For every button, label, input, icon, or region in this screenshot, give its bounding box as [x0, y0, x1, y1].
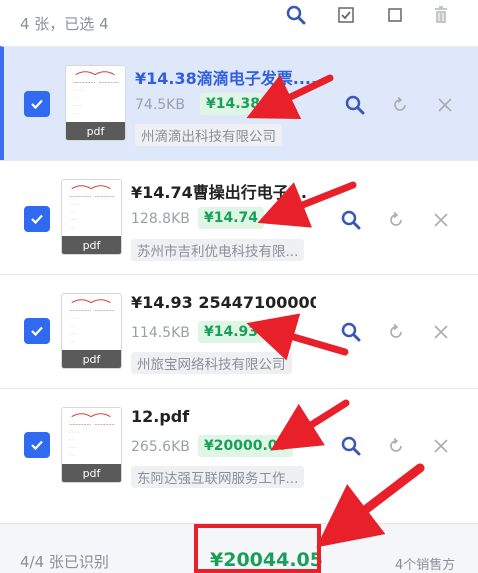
amount-badge: ¥14.93	[198, 321, 265, 343]
search-icon[interactable]	[344, 94, 366, 116]
annotation-box	[194, 524, 321, 573]
header-toolbar: 4 张，已选 4	[0, 0, 478, 46]
row-checkbox[interactable]	[24, 91, 50, 117]
search-icon[interactable]	[340, 209, 362, 231]
invoice-title[interactable]: ¥14.38滴滴电子发票....	[135, 65, 320, 89]
search-icon[interactable]	[340, 435, 362, 457]
close-icon[interactable]	[430, 435, 452, 457]
search-icon[interactable]	[285, 4, 307, 26]
pdf-thumbnail[interactable]: pdf	[61, 293, 122, 369]
invoice-row[interactable]: pdf ¥14.93 25447100000... 114.5KB ¥14.93…	[0, 274, 478, 388]
invoice-row[interactable]: pdf ¥14.38滴滴电子发票.... 74.5KB ¥14.38 州滴滴出科…	[0, 46, 478, 160]
amount-badge: ¥14.74	[198, 207, 265, 229]
file-size: 265.6KB	[131, 439, 190, 455]
invoice-row[interactable]: pdf 12.pdf 265.6KB ¥20000.00 东阿达强互联网服务工作…	[0, 388, 478, 502]
row-checkbox[interactable]	[24, 318, 50, 344]
close-icon[interactable]	[430, 321, 452, 343]
invoice-list: pdf ¥14.38滴滴电子发票.... 74.5KB ¥14.38 州滴滴出科…	[0, 46, 478, 501]
close-icon[interactable]	[434, 94, 456, 116]
pdf-thumbnail[interactable]: pdf	[61, 407, 122, 483]
amount-badge: ¥20000.00	[198, 435, 294, 457]
file-size: 128.8KB	[131, 211, 190, 227]
file-size: 114.5KB	[131, 325, 190, 341]
seller-tag: 州旅宝网络科技有限公司	[131, 352, 292, 374]
seller-tag: 苏州市吉利优电科技有限...	[131, 239, 305, 261]
refresh-icon[interactable]	[385, 321, 407, 343]
pdf-thumbnail[interactable]: pdf	[61, 179, 122, 255]
seller-count: 4个销售方	[395, 558, 456, 573]
refresh-icon[interactable]	[385, 435, 407, 457]
seller-tag: 东阿达强互联网服务工作...	[131, 466, 305, 488]
invoice-title[interactable]: ¥14.93 25447100000...	[131, 293, 316, 312]
thumbnail-label: pdf	[62, 464, 121, 482]
amount-badge: ¥14.38	[200, 93, 267, 115]
recognition-status: 4/4 张已识别	[20, 553, 109, 571]
selection-count: 4 张，已选 4	[20, 14, 109, 33]
invoice-row[interactable]: pdf ¥14.74曹操出行电子... 128.8KB ¥14.74 苏州市吉利…	[0, 160, 478, 274]
invoice-title[interactable]: ¥14.74曹操出行电子...	[131, 179, 316, 203]
uncheck-all-icon[interactable]	[384, 4, 406, 26]
check-all-icon[interactable]	[335, 4, 357, 26]
pdf-thumbnail[interactable]: pdf	[65, 65, 126, 141]
thumbnail-label: pdf	[62, 236, 121, 254]
search-icon[interactable]	[340, 321, 362, 343]
refresh-icon[interactable]	[389, 94, 411, 116]
trash-icon[interactable]	[430, 4, 452, 26]
thumbnail-label: pdf	[62, 350, 121, 368]
seller-tag: 州滴滴出科技有限公司	[135, 124, 282, 146]
thumbnail-label: pdf	[66, 122, 125, 140]
row-checkbox[interactable]	[24, 206, 50, 232]
close-icon[interactable]	[430, 209, 452, 231]
invoice-panel: 4 张，已选 4 pdf ¥14.38滴滴电子发票.... 74.5KB ¥14…	[0, 0, 478, 573]
file-size: 74.5KB	[135, 97, 185, 113]
invoice-title[interactable]: 12.pdf	[131, 407, 316, 426]
refresh-icon[interactable]	[385, 209, 407, 231]
row-checkbox[interactable]	[24, 432, 50, 458]
